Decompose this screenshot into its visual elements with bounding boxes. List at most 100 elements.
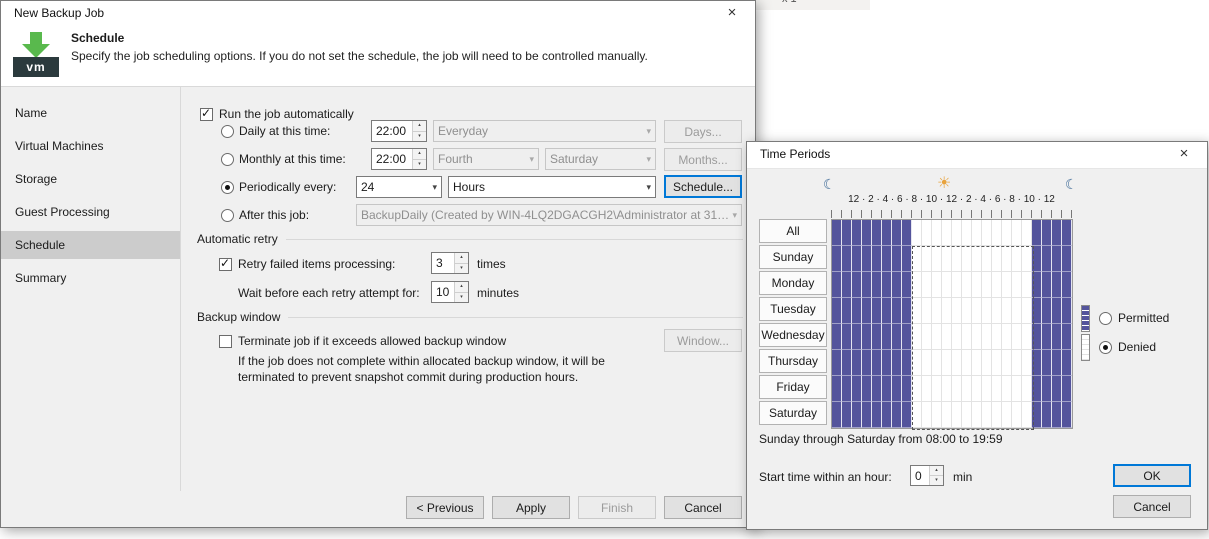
- apply-button[interactable]: Apply: [492, 496, 570, 519]
- grid-cell[interactable]: [912, 298, 922, 324]
- grid-cell[interactable]: [852, 402, 862, 428]
- grid-cell[interactable]: [862, 324, 872, 350]
- grid-cell[interactable]: [1062, 350, 1072, 376]
- grid-cell[interactable]: [852, 272, 862, 298]
- grid-cell[interactable]: [1052, 376, 1062, 402]
- grid-cell[interactable]: [912, 350, 922, 376]
- grid-cell[interactable]: [842, 376, 852, 402]
- grid-cell[interactable]: [842, 246, 852, 272]
- grid-cell[interactable]: [972, 402, 982, 428]
- grid-cell[interactable]: [992, 272, 1002, 298]
- daily-kind-combo[interactable]: Everyday ▾: [433, 120, 656, 142]
- grid-cell[interactable]: [992, 350, 1002, 376]
- grid-cell[interactable]: [882, 324, 892, 350]
- grid-cell[interactable]: [1002, 272, 1012, 298]
- grid-cell[interactable]: [1042, 402, 1052, 428]
- grid-cell[interactable]: [922, 376, 932, 402]
- grid-cell[interactable]: [992, 298, 1002, 324]
- grid-cell[interactable]: [1002, 402, 1012, 428]
- grid-cell[interactable]: [922, 246, 932, 272]
- day-button-monday[interactable]: Monday: [759, 271, 827, 295]
- grid-cell[interactable]: [832, 272, 842, 298]
- permitted-radio[interactable]: [1099, 312, 1112, 325]
- grid-cell[interactable]: [1012, 272, 1022, 298]
- retry-failed-checkbox[interactable]: [219, 258, 232, 271]
- day-button-sunday[interactable]: Sunday: [759, 245, 827, 269]
- grid-cell[interactable]: [962, 220, 972, 246]
- grid-cell[interactable]: [842, 298, 852, 324]
- grid-cell[interactable]: [892, 402, 902, 428]
- grid-cell[interactable]: [902, 272, 912, 298]
- grid-cell[interactable]: [882, 246, 892, 272]
- grid-cell[interactable]: [832, 376, 842, 402]
- grid-cell[interactable]: [1012, 298, 1022, 324]
- grid-cell[interactable]: [932, 272, 942, 298]
- grid-cell[interactable]: [902, 246, 912, 272]
- grid-cell[interactable]: [962, 246, 972, 272]
- grid-cell[interactable]: [952, 324, 962, 350]
- start-time-stepper[interactable]: 0 ▴▾: [910, 465, 944, 486]
- grid-cell[interactable]: [962, 272, 972, 298]
- grid-cell[interactable]: [932, 246, 942, 272]
- grid-cell[interactable]: [1012, 350, 1022, 376]
- daily-radio[interactable]: [221, 125, 234, 138]
- day-button-all[interactable]: All: [759, 219, 827, 243]
- grid-cell[interactable]: [1042, 220, 1052, 246]
- run-automatically-checkbox[interactable]: [200, 108, 213, 121]
- time-grid[interactable]: [831, 219, 1073, 429]
- grid-cell[interactable]: [932, 324, 942, 350]
- grid-cell[interactable]: [1042, 246, 1052, 272]
- grid-cell[interactable]: [962, 402, 972, 428]
- grid-cell[interactable]: [922, 402, 932, 428]
- grid-cell[interactable]: [972, 350, 982, 376]
- grid-cell[interactable]: [1052, 324, 1062, 350]
- grid-cell[interactable]: [972, 298, 982, 324]
- grid-cell[interactable]: [942, 324, 952, 350]
- grid-cell[interactable]: [942, 298, 952, 324]
- grid-cell[interactable]: [852, 376, 862, 402]
- grid-cell[interactable]: [1002, 324, 1012, 350]
- window-button[interactable]: Window...: [664, 329, 742, 352]
- days-button[interactable]: Days...: [664, 120, 742, 143]
- grid-cell[interactable]: [902, 220, 912, 246]
- grid-cell[interactable]: [932, 220, 942, 246]
- grid-cell[interactable]: [852, 246, 862, 272]
- grid-cell[interactable]: [892, 298, 902, 324]
- close-icon[interactable]: ×: [721, 3, 743, 23]
- grid-cell[interactable]: [1022, 220, 1032, 246]
- grid-cell[interactable]: [992, 220, 1002, 246]
- grid-cell[interactable]: [1052, 402, 1062, 428]
- grid-cell[interactable]: [912, 272, 922, 298]
- grid-cell[interactable]: [1002, 298, 1012, 324]
- grid-cell[interactable]: [1002, 376, 1012, 402]
- day-button-tuesday[interactable]: Tuesday: [759, 297, 827, 321]
- grid-cell[interactable]: [982, 376, 992, 402]
- grid-cell[interactable]: [1002, 220, 1012, 246]
- grid-cell[interactable]: [882, 272, 892, 298]
- wait-minutes-stepper[interactable]: 10 ▴▾: [431, 281, 469, 303]
- grid-cell[interactable]: [952, 298, 962, 324]
- grid-cell[interactable]: [1042, 350, 1052, 376]
- daily-time-input[interactable]: 22:00 ▴▾: [371, 120, 427, 142]
- grid-cell[interactable]: [832, 220, 842, 246]
- grid-cell[interactable]: [1022, 376, 1032, 402]
- grid-cell[interactable]: [842, 324, 852, 350]
- grid-cell[interactable]: [1012, 246, 1022, 272]
- grid-cell[interactable]: [872, 324, 882, 350]
- spinner-down-icon[interactable]: ▾: [930, 476, 943, 485]
- grid-cell[interactable]: [882, 298, 892, 324]
- grid-cell[interactable]: [852, 350, 862, 376]
- grid-cell[interactable]: [1012, 324, 1022, 350]
- spinner-down-icon[interactable]: ▾: [455, 264, 468, 274]
- grid-cell[interactable]: [922, 272, 932, 298]
- grid-cell[interactable]: [1002, 246, 1012, 272]
- spinner-up-icon[interactable]: ▴: [413, 121, 426, 132]
- grid-cell[interactable]: [902, 402, 912, 428]
- grid-cell[interactable]: [982, 272, 992, 298]
- grid-cell[interactable]: [862, 246, 872, 272]
- grid-cell[interactable]: [962, 324, 972, 350]
- retry-count-stepper[interactable]: 3 ▴▾: [431, 252, 469, 274]
- grid-cell[interactable]: [952, 272, 962, 298]
- tp-cancel-button[interactable]: Cancel: [1113, 495, 1191, 518]
- grid-cell[interactable]: [1042, 298, 1052, 324]
